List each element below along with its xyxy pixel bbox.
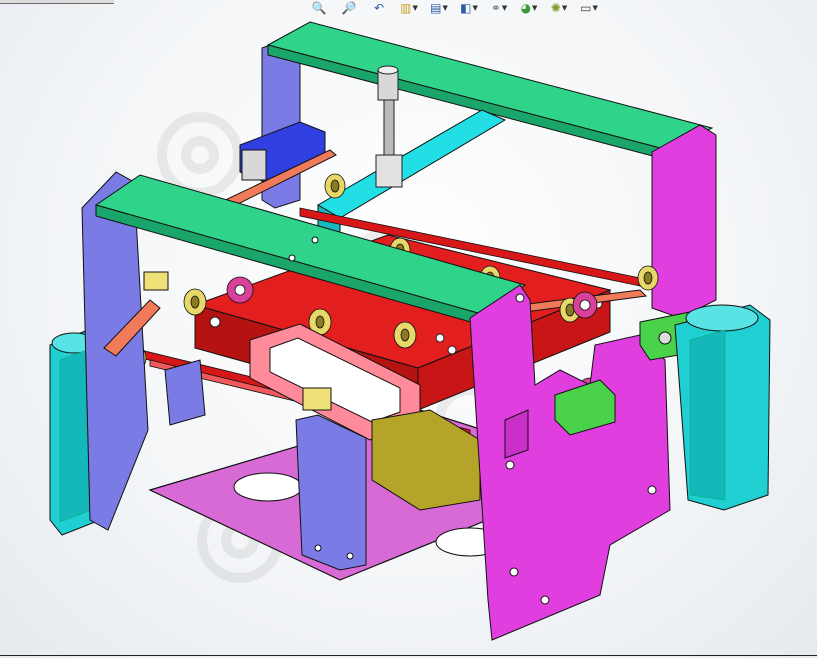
cyan-guide-bar[interactable] xyxy=(317,109,507,219)
rear-right-post[interactable] xyxy=(651,124,717,319)
yellow-bracket[interactable] xyxy=(143,271,169,291)
right-air-cylinder[interactable] xyxy=(674,304,771,511)
model-viewport[interactable]: 🔍 🔎 ↶ ▥ ▼ ▤ ▼ ◧ ▼ ⚭ ▼ ◕ ▼ ✺ ▼ ▭ ▼ xyxy=(0,0,817,658)
assembly-model[interactable] xyxy=(0,0,817,658)
base-hole xyxy=(233,472,303,502)
front-center-plate[interactable] xyxy=(295,414,367,571)
viewport-bottom-border xyxy=(0,655,817,656)
vertical-shaft[interactable] xyxy=(375,65,403,188)
rear-top-beam[interactable] xyxy=(266,21,714,151)
yellow-bracket[interactable] xyxy=(302,387,332,411)
